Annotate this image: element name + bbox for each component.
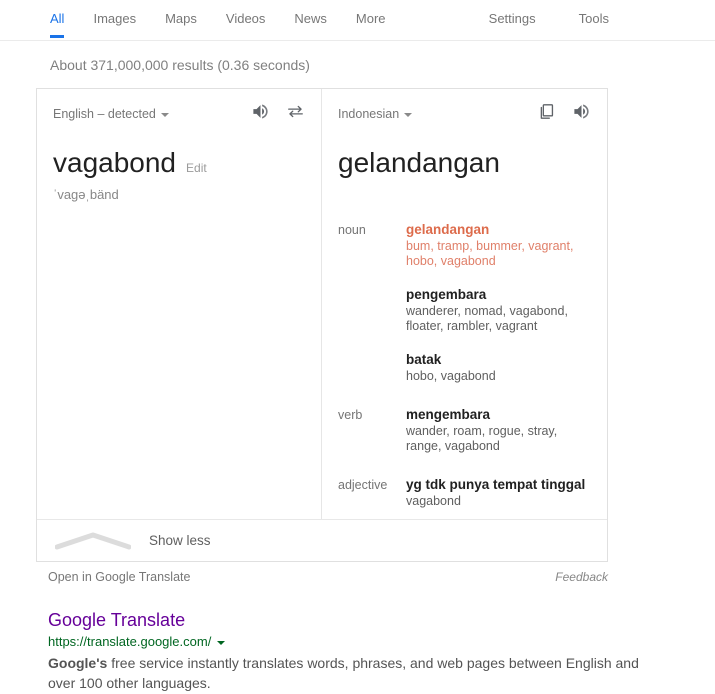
target-pane-actions — [537, 102, 591, 126]
phonetic-transcription: ˈvaɡəˌbänd — [53, 187, 119, 202]
chevron-down-icon — [160, 113, 169, 117]
definition-term: mengembara — [406, 407, 491, 422]
open-in-google-translate-link[interactable]: Open in Google Translate — [48, 570, 190, 584]
search-result: Google Translate https://translate.googl… — [48, 608, 648, 693]
translate-card: English – detected vagabond Edit ˈvaɡəˌb… — [36, 88, 608, 562]
part-of-speech-label: adjective — [338, 478, 388, 492]
chevron-up-icon — [37, 531, 149, 551]
definition-synonyms: wanderer, nomad, vagabond, floater, ramb… — [406, 304, 568, 333]
part-of-speech-label: verb — [338, 408, 363, 422]
swap-languages-icon[interactable] — [286, 102, 305, 126]
nav-utilities: Settings Tools — [489, 12, 715, 38]
result-snippet-bold: Google's — [48, 655, 108, 671]
source-pane-header: English – detected — [53, 103, 305, 125]
definition-term: batak — [406, 352, 442, 367]
source-word-row: vagabond Edit — [53, 147, 305, 179]
tab-more[interactable]: More — [356, 12, 386, 38]
tab-news[interactable]: News — [294, 12, 327, 38]
target-language-selector[interactable]: Indonesian — [338, 107, 413, 121]
result-url: https://translate.google.com/ — [48, 634, 212, 649]
result-title-link[interactable]: Google Translate — [48, 608, 648, 632]
target-pane: Indonesian gelandangan noun gelandangan … — [321, 89, 607, 519]
definition-term: pengembara — [406, 287, 487, 302]
tools-button[interactable]: Tools — [579, 12, 609, 38]
tab-maps[interactable]: Maps — [165, 12, 197, 38]
result-stats: About 371,000,000 results (0.36 seconds) — [50, 57, 310, 73]
translated-word: gelandangan — [338, 147, 500, 178]
settings-button[interactable]: Settings — [489, 12, 536, 38]
definition-term: gelandangan — [406, 222, 490, 237]
translate-card-footer: Open in Google Translate Feedback — [48, 570, 608, 584]
chevron-down-icon[interactable] — [217, 640, 226, 645]
definition-entries: gelandangan bum, tramp, bummer, vagrant,… — [406, 221, 591, 384]
definition-group-noun: noun gelandangan bum, tramp, bummer, vag… — [338, 221, 591, 384]
definition-synonyms: bum, tramp, bummer, vagrant, hobo, vagab… — [406, 239, 574, 268]
result-snippet-rest: free service instantly translates words,… — [48, 655, 639, 691]
source-pane: English – detected vagabond Edit ˈvaɡəˌb… — [37, 89, 321, 519]
speaker-icon[interactable] — [251, 102, 270, 126]
tab-images[interactable]: Images — [93, 12, 136, 38]
definition-term: yg tdk punya tempat tinggal — [406, 477, 586, 492]
definition-entry[interactable]: pengembara wanderer, nomad, vagabond, fl… — [406, 286, 591, 334]
part-of-speech-label: noun — [338, 223, 366, 237]
feedback-link[interactable]: Feedback — [555, 570, 608, 584]
target-language-label: Indonesian — [338, 107, 400, 121]
definition-entry[interactable]: gelandangan bum, tramp, bummer, vagrant,… — [406, 221, 591, 269]
source-language-label: English – detected — [53, 107, 156, 121]
search-nav-bar: All Images Maps Videos News More Setting… — [0, 0, 715, 41]
definition-synonyms: wander, roam, rogue, stray, range, vagab… — [406, 424, 558, 453]
chevron-down-icon — [404, 113, 413, 117]
copy-icon[interactable] — [537, 102, 556, 126]
result-snippet: Google's free service instantly translat… — [48, 653, 648, 693]
translate-card-body: English – detected vagabond Edit ˈvaɡəˌb… — [37, 89, 607, 519]
tab-videos[interactable]: Videos — [226, 12, 266, 38]
definitions-list: noun gelandangan bum, tramp, bummer, vag… — [338, 221, 591, 509]
edit-button[interactable]: Edit — [186, 161, 207, 175]
definition-group-verb: verb mengembara wander, roam, rogue, str… — [338, 406, 591, 454]
definition-group-adjective: adjective yg tdk punya tempat tinggal va… — [338, 476, 591, 509]
source-word: vagabond — [53, 147, 177, 178]
nav-tabs: All Images Maps Videos News More — [50, 12, 386, 38]
definition-entry[interactable]: mengembara wander, roam, rogue, stray, r… — [406, 406, 591, 454]
definition-synonyms: hobo, vagabond — [406, 369, 496, 383]
source-pane-actions — [251, 102, 305, 126]
show-less-button[interactable]: Show less — [37, 519, 607, 561]
definition-entry[interactable]: yg tdk punya tempat tinggal vagabond — [406, 476, 591, 509]
definition-entries: mengembara wander, roam, rogue, stray, r… — [406, 406, 591, 454]
target-pane-header: Indonesian — [338, 103, 591, 125]
speaker-icon[interactable] — [572, 102, 591, 126]
definition-entry[interactable]: batak hobo, vagabond — [406, 351, 591, 384]
source-language-selector[interactable]: English – detected — [53, 107, 169, 121]
show-less-label: Show less — [149, 532, 211, 548]
definition-entries: yg tdk punya tempat tinggal vagabond — [406, 476, 591, 509]
result-url-row: https://translate.google.com/ — [48, 633, 648, 650]
tab-all[interactable]: All — [50, 12, 64, 38]
definition-synonyms: vagabond — [406, 494, 461, 508]
